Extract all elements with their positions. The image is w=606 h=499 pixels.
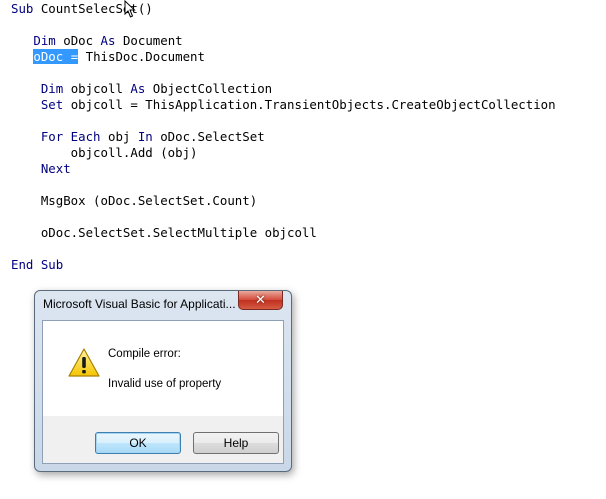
code-line[interactable]: objcoll.Add (obj) <box>11 145 198 161</box>
code-token: oDoc <box>63 33 101 48</box>
code-keyword: As <box>130 81 153 96</box>
code-line[interactable]: oDoc.SelectSet.SelectMultiple objcoll <box>11 225 317 241</box>
code-token: oDoc.SelectSet.SelectMultiple objcoll <box>11 225 317 240</box>
code-token: MsgBox (oDoc.SelectSet.Count) <box>11 193 258 208</box>
close-button[interactable]: ✕ <box>238 291 283 310</box>
compile-error-dialog: Microsoft Visual Basic for Applicati... … <box>34 290 292 472</box>
code-keyword: End Sub <box>11 257 64 272</box>
code-token: obj <box>107 129 138 144</box>
dialog-titlebar[interactable]: Microsoft Visual Basic for Applicati... … <box>35 291 291 319</box>
code-token: Document <box>122 33 183 48</box>
code-keyword: In <box>137 129 161 144</box>
dialog-title: Microsoft Visual Basic for Applicati... <box>43 297 236 311</box>
error-heading: Compile error: <box>108 348 181 360</box>
code-keyword: Sub <box>11 1 41 16</box>
code-keyword: Set <box>40 97 71 112</box>
close-icon: ✕ <box>255 292 266 308</box>
help-button[interactable]: Help <box>193 432 279 454</box>
code-line[interactable]: Dim oDoc As Document <box>11 33 183 49</box>
code-token: oDoc.SelectSet <box>160 129 265 144</box>
code-line[interactable]: Next <box>11 161 71 177</box>
code-line[interactable]: Dim objcoll As ObjectCollection <box>11 81 272 97</box>
code-keyword: Next <box>40 161 71 176</box>
mouse-pointer-icon <box>124 0 136 18</box>
code-keyword: Dim <box>33 33 64 48</box>
code-token: objcoll = ThisApplication.TransientObjec… <box>70 97 556 112</box>
message-area: Compile error: Invalid use of property <box>43 321 283 416</box>
code-token: objcoll.Add (obj) <box>11 145 198 160</box>
code-line[interactable]: For Each obj In oDoc.SelectSet <box>11 129 265 145</box>
code-token: ObjectCollection <box>152 81 273 96</box>
code-line[interactable]: End Sub <box>11 257 63 273</box>
code-token: CountSelec <box>40 1 116 16</box>
selected-text: oDoc = <box>33 49 79 64</box>
dialog-body: Compile error: Invalid use of property O… <box>42 320 284 464</box>
code-token: objcoll <box>70 81 131 96</box>
code-line[interactable]: Set objcoll = ThisApplication.TransientO… <box>11 97 556 113</box>
code-line[interactable]: MsgBox (oDoc.SelectSet.Count) <box>11 193 257 209</box>
warning-icon <box>68 348 100 377</box>
code-keyword: For Each <box>40 129 108 144</box>
code-line[interactable]: oDoc = ThisDoc.Document <box>11 49 205 65</box>
code-keyword: Dim <box>40 81 71 96</box>
code-keyword: As <box>100 33 123 48</box>
ok-button[interactable]: OK <box>95 432 181 454</box>
code-token: ThisDoc.Document <box>78 49 205 64</box>
error-message: Invalid use of property <box>108 378 222 390</box>
